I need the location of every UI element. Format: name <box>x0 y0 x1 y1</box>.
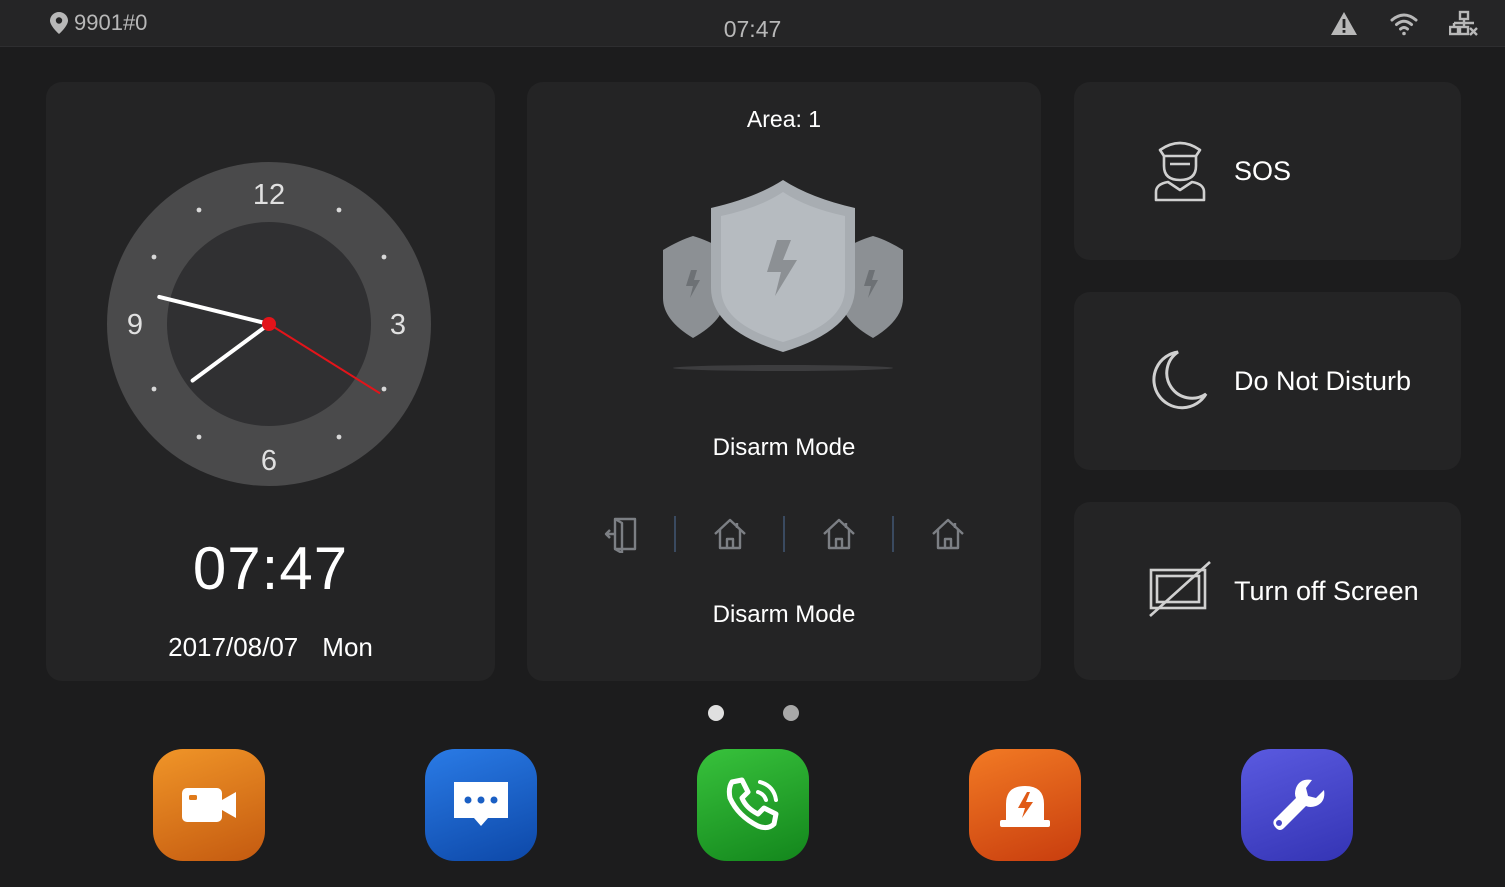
weekday-text: Mon <box>322 632 373 662</box>
sleep-mode-button[interactable] <box>894 510 1001 558</box>
settings-app-button[interactable] <box>1241 749 1353 861</box>
video-camera-icon <box>182 788 236 822</box>
message-app-button[interactable] <box>425 749 537 861</box>
sos-button[interactable]: SOS <box>1074 82 1461 260</box>
clock-center <box>262 317 276 331</box>
sos-label: SOS <box>1234 155 1292 186</box>
selected-mode-label: Disarm Mode <box>712 601 856 628</box>
security-guard-icon <box>1154 141 1206 202</box>
wifi-icon[interactable] <box>1389 10 1419 38</box>
page-indicator <box>708 705 799 721</box>
do-not-disturb-label: Do Not Disturb <box>1234 365 1412 396</box>
away-mode-button[interactable] <box>785 510 892 558</box>
page-dot-1[interactable] <box>708 705 724 721</box>
call-app-button[interactable] <box>697 749 809 861</box>
numeral-6: 6 <box>261 445 277 477</box>
alarm-siren-icon <box>1000 786 1050 827</box>
page-dot-2[interactable] <box>783 705 799 721</box>
digital-time: 07:47 <box>192 535 349 602</box>
numeral-12: 12 <box>253 179 285 211</box>
phone-icon <box>726 777 779 831</box>
date-line: 2017/08/07 Mon <box>46 632 495 663</box>
screen-off-icon <box>1149 561 1211 617</box>
current-mode-label: Disarm Mode <box>712 434 856 461</box>
network-disconnected-icon[interactable] <box>1448 10 1479 38</box>
mode-selector <box>567 510 1001 558</box>
date-text: 2017/08/07 <box>168 632 299 662</box>
numeral-9: 9 <box>127 309 143 341</box>
turn-off-screen-label: Turn off Screen <box>1234 575 1419 606</box>
area-label: Area: 1 <box>746 106 822 132</box>
alarm-app-button[interactable] <box>969 749 1081 861</box>
away-mode-icon <box>822 518 855 550</box>
monitor-app-button[interactable] <box>153 749 265 861</box>
analog-clock: 12 3 6 9 <box>107 162 431 486</box>
home-mode-icon <box>713 518 746 550</box>
wrench-icon <box>1273 779 1325 830</box>
numeral-3: 3 <box>390 309 406 341</box>
disarm-door-icon <box>604 517 636 553</box>
home-mode-button[interactable] <box>676 510 783 558</box>
status-time: 07:47 <box>723 16 782 42</box>
clock-widget[interactable]: 12 3 6 9 07:47 2017/08/07 Mon <box>46 82 495 681</box>
shield-group-icon <box>663 180 903 371</box>
sleep-mode-icon <box>931 518 964 550</box>
message-bubble-icon <box>454 782 508 826</box>
arming-widget[interactable]: Area: 1 Disarm Mode Disarm Mode <box>527 82 1041 681</box>
do-not-disturb-button[interactable]: Do Not Disturb <box>1074 292 1461 470</box>
disarm-mode-button[interactable] <box>567 510 674 558</box>
turn-off-screen-button[interactable]: Turn off Screen <box>1074 502 1461 680</box>
status-bar: 9901#0 07:47 <box>0 0 1505 47</box>
moon-icon <box>1152 350 1208 410</box>
alert-triangle-icon[interactable] <box>1329 10 1359 38</box>
